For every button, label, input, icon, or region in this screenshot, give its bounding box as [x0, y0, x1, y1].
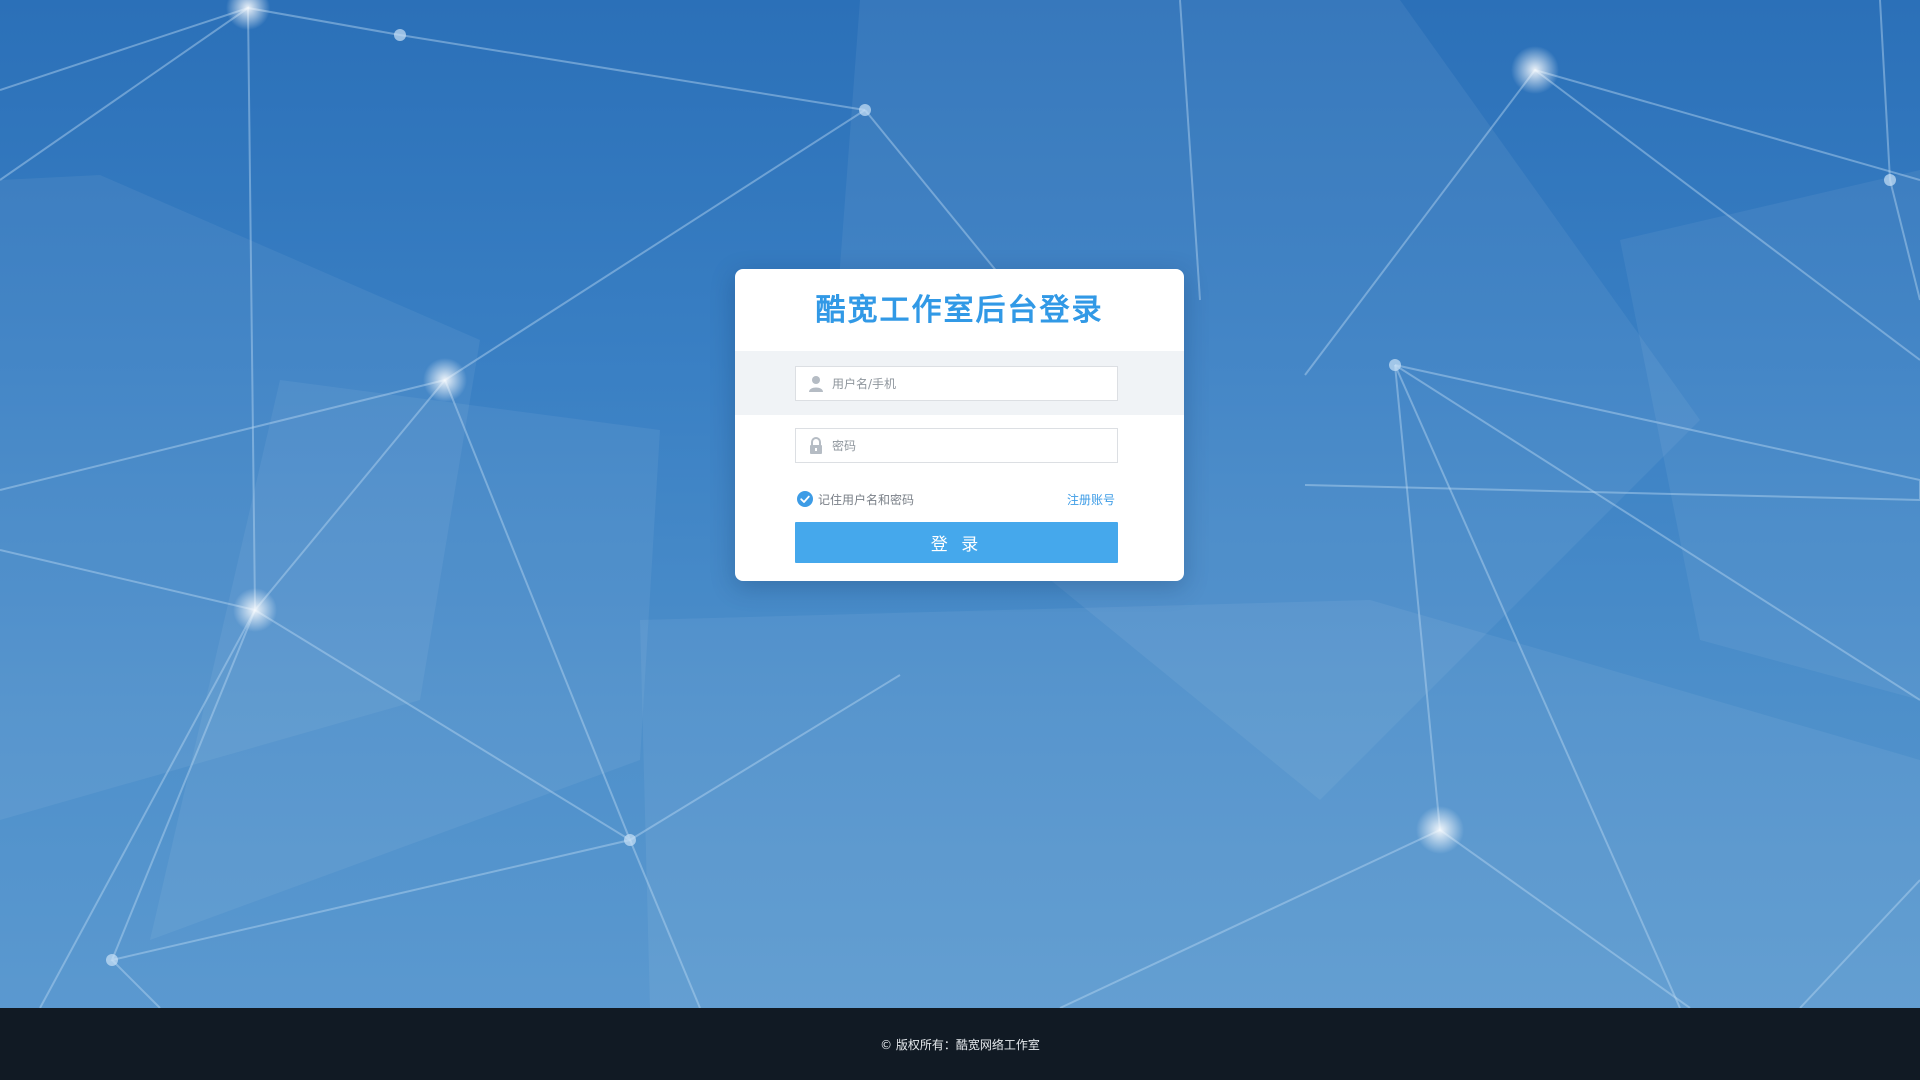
lock-icon: [810, 437, 822, 454]
password-input[interactable]: [832, 429, 1112, 462]
remember-me-checkbox[interactable]: 记住用户名和密码: [797, 490, 914, 508]
password-field[interactable]: [795, 428, 1118, 463]
login-page: 酷宽工作室后台登录 记住用户名和密码 注册账号 登: [0, 0, 1920, 1080]
register-link[interactable]: 注册账号: [1067, 491, 1115, 508]
login-card: 酷宽工作室后台登录 记住用户名和密码 注册账号 登: [735, 269, 1184, 581]
footer: © 版权所有：酷宽网络工作室: [0, 1008, 1920, 1080]
username-input[interactable]: [832, 367, 1112, 400]
user-icon: [809, 376, 823, 392]
username-field[interactable]: [795, 366, 1118, 401]
checkmark-icon[interactable]: [797, 491, 813, 507]
remember-me-label[interactable]: 记住用户名和密码: [818, 491, 914, 508]
copyright-text: © 版权所有：酷宽网络工作室: [880, 1037, 1040, 1052]
login-button[interactable]: 登 录: [795, 522, 1118, 563]
login-title: 酷宽工作室后台登录: [815, 293, 1104, 328]
